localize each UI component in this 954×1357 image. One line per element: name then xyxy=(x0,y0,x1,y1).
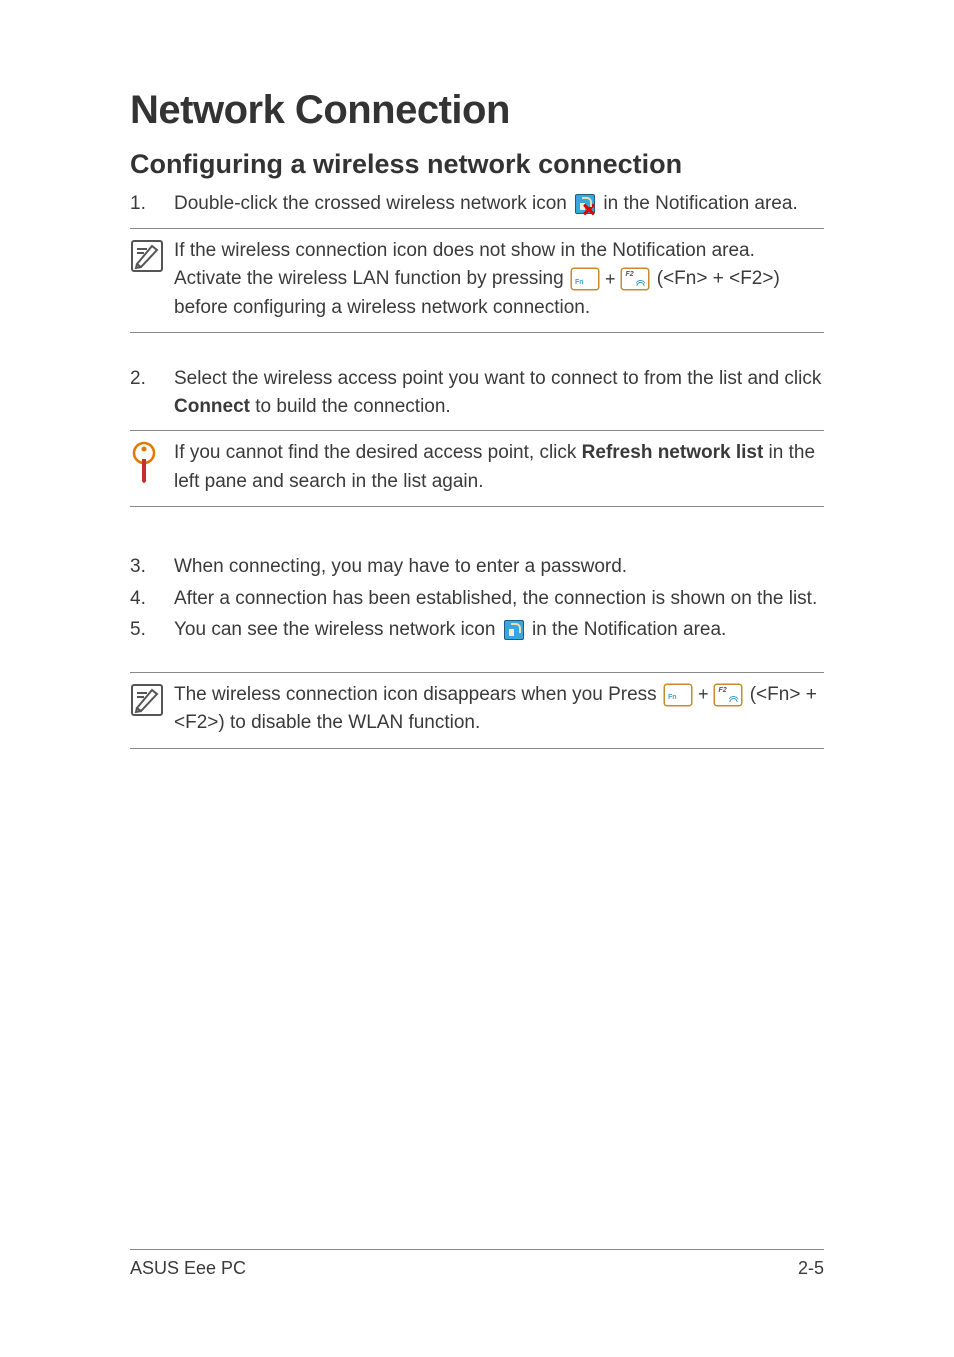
text: Double-click the crossed wireless networ… xyxy=(174,193,572,214)
wireless-icon xyxy=(504,620,524,640)
note-body: The wireless connection icon disappears … xyxy=(174,681,824,738)
step-number: 5. xyxy=(130,616,174,644)
step-body: When connecting, you may have to enter a… xyxy=(174,553,824,581)
fn-key-icon xyxy=(664,684,692,706)
wireless-crossed-icon xyxy=(575,194,595,214)
text: The wireless connection icon disappears … xyxy=(174,684,662,705)
fn-key-icon xyxy=(571,268,599,290)
text: to build the connection. xyxy=(250,396,451,417)
step-body: You can see the wireless network icon in… xyxy=(174,616,824,644)
step-3: 3. When connecting, you may have to ente… xyxy=(130,553,824,581)
note-block-1: If the wireless connection icon does not… xyxy=(130,228,824,334)
note-body: If you cannot find the desired access po… xyxy=(174,439,824,496)
step-number: 3. xyxy=(130,553,174,581)
footer-right: 2-5 xyxy=(798,1258,824,1279)
page-title: Network Connection xyxy=(130,88,824,133)
note-pencil-icon xyxy=(130,681,174,738)
step-number: 2. xyxy=(130,365,174,420)
text: You can see the wireless network icon xyxy=(174,619,501,640)
step-2: 2. Select the wireless access point you … xyxy=(130,365,824,420)
step-body: After a connection has been established,… xyxy=(174,585,824,613)
bold-text: Refresh network list xyxy=(582,442,764,463)
step-body: Double-click the crossed wireless networ… xyxy=(174,190,824,218)
note-pencil-icon xyxy=(130,237,174,323)
f2-key-icon xyxy=(714,684,742,706)
note-block-3: The wireless connection icon disappears … xyxy=(130,672,824,749)
step-4: 4. After a connection has been establish… xyxy=(130,585,824,613)
f2-key-icon xyxy=(621,268,649,290)
page-subtitle: Configuring a wireless network connectio… xyxy=(130,149,824,180)
text: Select the wireless access point you wan… xyxy=(174,368,821,389)
step-number: 1. xyxy=(130,190,174,218)
plus-icon: + xyxy=(698,681,709,708)
tip-bulb-icon xyxy=(130,439,174,496)
plus-icon: + xyxy=(605,266,616,293)
step-1: 1. Double-click the crossed wireless net… xyxy=(130,190,824,218)
text: in the Notification area. xyxy=(603,193,797,214)
step-5: 5. You can see the wireless network icon… xyxy=(130,616,824,644)
note-body: If the wireless connection icon does not… xyxy=(174,237,824,323)
text: If you cannot find the desired access po… xyxy=(174,442,582,463)
page-footer: ASUS Eee PC 2-5 xyxy=(130,1249,824,1279)
bold-text: Connect xyxy=(174,396,250,417)
note-block-2: If you cannot find the desired access po… xyxy=(130,430,824,507)
text: in the Notification area. xyxy=(532,619,726,640)
step-body: Select the wireless access point you wan… xyxy=(174,365,824,420)
footer-left: ASUS Eee PC xyxy=(130,1258,246,1279)
step-number: 4. xyxy=(130,585,174,613)
